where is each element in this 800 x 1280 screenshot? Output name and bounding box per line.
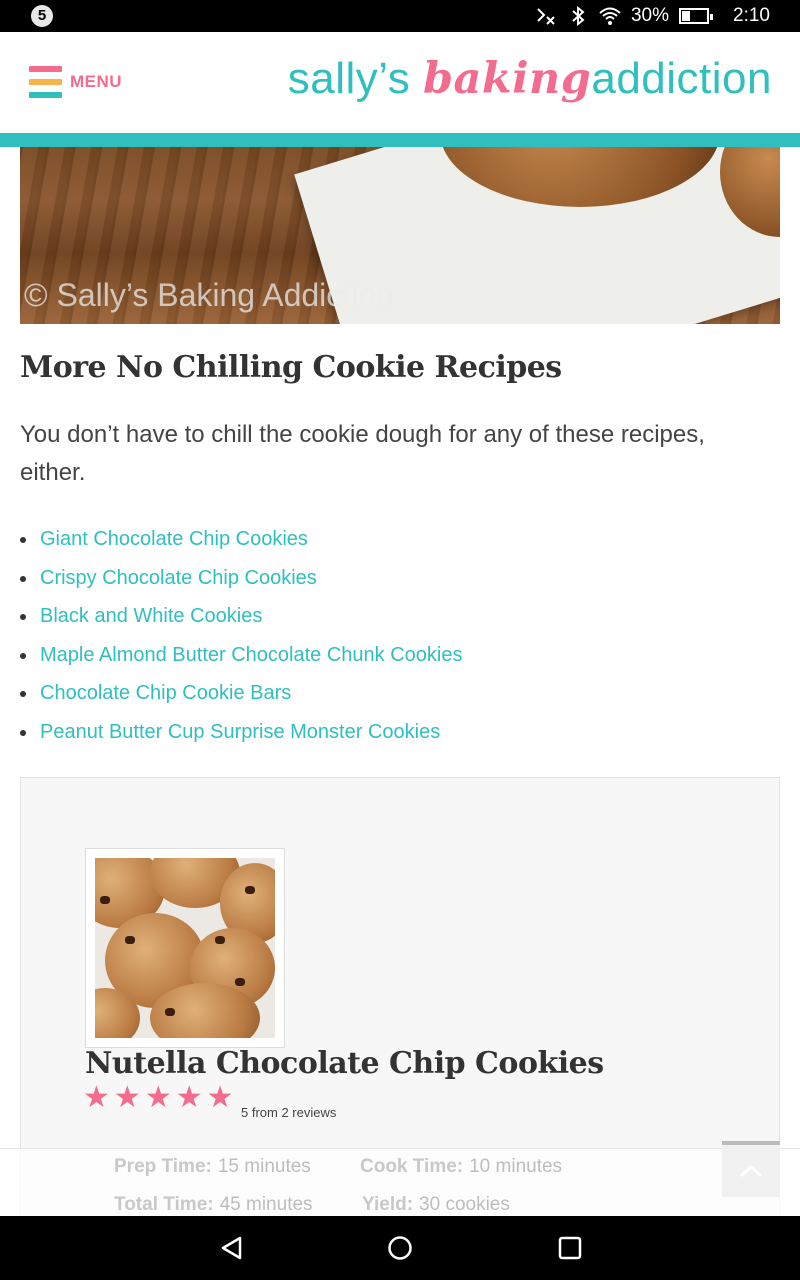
recents-icon[interactable] (554, 1232, 586, 1264)
prep-time-label: Prep Time: (114, 1156, 212, 1177)
menu-label: MENU (70, 72, 123, 91)
yield-value: 30 cookies (419, 1194, 510, 1215)
yield-label: Yield: (362, 1194, 414, 1215)
recipe-link[interactable]: Black and White Cookies (40, 605, 262, 627)
navigation-bar (0, 1216, 800, 1280)
chocolate-chip (165, 1008, 175, 1016)
chocolate-chip (235, 978, 245, 986)
prep-time: Prep Time: 15 minutes (114, 1156, 311, 1178)
battery-fill (682, 11, 690, 21)
header-divider (0, 133, 800, 147)
list-item: Chocolate Chip Cookie Bars (20, 674, 462, 713)
chocolate-chip (215, 936, 225, 944)
cook-time: Cook Time: 10 minutes (360, 1156, 562, 1178)
recipe-link[interactable]: Maple Almond Butter Chocolate Chunk Cook… (40, 644, 462, 666)
yield: Yield: 30 cookies (362, 1194, 510, 1216)
recipe-title: Nutella Chocolate Chip Cookies (85, 1046, 604, 1081)
image-watermark: © Sally’s Baking Addiction (24, 277, 394, 313)
site-logo[interactable]: sally’s bakingaddiction (288, 54, 772, 104)
chocolate-chip (245, 886, 255, 894)
status-icons: 30% 2:10 (535, 0, 770, 32)
star-rating[interactable]: ★ ★ ★ ★ ★ (83, 1080, 234, 1116)
total-time-label: Total Time: (114, 1194, 214, 1215)
total-time: Total Time: 45 minutes (114, 1194, 313, 1216)
list-item: Peanut Butter Cup Surprise Monster Cooki… (20, 713, 462, 752)
home-icon[interactable] (384, 1232, 416, 1264)
star-icon[interactable]: ★ (83, 1080, 110, 1116)
wifi-icon (599, 7, 621, 25)
bluetooth-icon (572, 5, 585, 27)
section-title: More No Chilling Cookie Recipes (20, 350, 562, 385)
hamburger-line (29, 79, 62, 85)
list-item: Maple Almond Butter Chocolate Chunk Cook… (20, 636, 462, 675)
cookie-photo (95, 858, 275, 1038)
star-icon[interactable]: ★ (207, 1080, 234, 1116)
star-icon[interactable]: ★ (176, 1080, 203, 1116)
cook-time-value: 10 minutes (469, 1156, 563, 1177)
menu-button[interactable]: MENU (29, 66, 122, 98)
cook-time-label: Cook Time: (360, 1156, 464, 1177)
logo-part-sallys: sally’s (287, 54, 423, 103)
chocolate-chip (125, 936, 135, 944)
chocolate-chip (100, 896, 110, 904)
hamburger-line (29, 66, 62, 72)
status-bar: 5 30% 2:10 (0, 0, 800, 32)
back-icon[interactable] (216, 1232, 248, 1264)
prep-time-value: 15 minutes (217, 1156, 311, 1177)
rating-summary: 5 from 2 reviews (241, 1105, 337, 1120)
hamburger-line (29, 92, 62, 98)
hero-image: © Sally’s Baking Addiction (20, 147, 780, 324)
battery-percent: 30% (630, 5, 670, 26)
logo-part-baking: baking (422, 54, 592, 104)
hamburger-icon (29, 66, 62, 98)
site-header: MENU sally’s bakingaddiction (0, 32, 800, 133)
list-item: Black and White Cookies (20, 597, 462, 636)
notification-badge: 5 (31, 5, 53, 27)
list-item: Giant Chocolate Chip Cookies (20, 520, 462, 559)
clock: 2:10 (733, 5, 770, 26)
no-mobile-data-icon (537, 8, 555, 25)
recipe-link[interactable]: Peanut Butter Cup Surprise Monster Cooki… (40, 721, 440, 743)
recipe-thumbnail[interactable] (85, 848, 285, 1048)
total-time-value: 45 minutes (219, 1194, 313, 1215)
chevron-up-icon (739, 1164, 763, 1178)
recipe-link-list: Giant Chocolate Chip Cookies Crispy Choc… (20, 520, 462, 752)
intro-paragraph: You don’t have to chill the cookie dough… (20, 421, 705, 486)
list-item: Crispy Chocolate Chip Cookies (20, 559, 462, 598)
recipe-link[interactable]: Giant Chocolate Chip Cookies (40, 528, 308, 550)
star-icon[interactable]: ★ (145, 1080, 172, 1116)
logo-part-addiction: addiction (591, 54, 772, 103)
star-icon[interactable]: ★ (114, 1080, 141, 1116)
recipe-link[interactable]: Crispy Chocolate Chip Cookies (40, 567, 317, 589)
recipe-link[interactable]: Chocolate Chip Cookie Bars (40, 682, 291, 704)
battery-icon (679, 8, 714, 24)
scroll-to-top-button[interactable] (722, 1141, 780, 1197)
